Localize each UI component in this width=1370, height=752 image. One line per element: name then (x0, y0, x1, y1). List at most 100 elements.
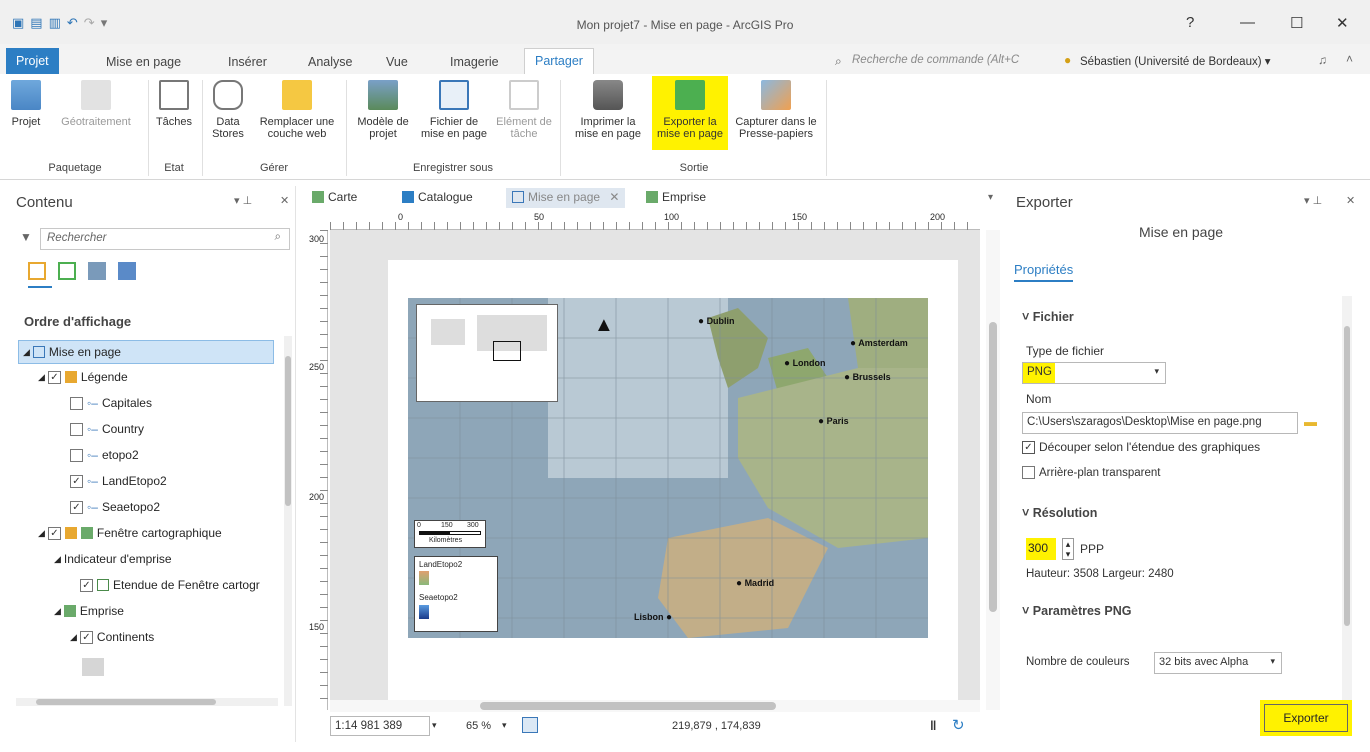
section-resolution[interactable]: ˅ Résolution (1022, 506, 1097, 520)
tab-vue[interactable]: Vue (376, 50, 418, 74)
tree-item-indicateur-emprise[interactable]: ◢ Indicateur d'emprise (54, 552, 172, 566)
element-tache-button[interactable]: Elément de tâche (494, 80, 554, 140)
tree-item-legende[interactable]: ◢ ✓ Légende (38, 370, 128, 384)
fichier-mise-en-page-button[interactable]: Fichier de mise en page (418, 80, 490, 140)
resolution-stepper[interactable]: ▴ ▾ (1062, 538, 1074, 560)
section-fichier[interactable]: ˅ Fichier (1022, 310, 1074, 324)
contents-vertical-scrollbar[interactable] (284, 336, 292, 706)
tab-list-icon[interactable]: ▾ (988, 192, 993, 203)
scrollbar-thumb[interactable] (480, 702, 776, 710)
contents-horizontal-scrollbar[interactable] (16, 698, 278, 706)
map-legend[interactable]: LandEtopo2 Seaetopo2 (414, 556, 498, 632)
user-account[interactable]: Sébastien (Université de Bordeaux) ▾ (1080, 54, 1271, 68)
clip-graphics-checkbox-row[interactable]: ✓ Découper selon l'étendue des graphique… (1022, 440, 1260, 454)
tree-item-emprise[interactable]: ◢ Emprise (54, 604, 124, 618)
overview-map[interactable] (416, 304, 558, 402)
view-tab-carte[interactable]: Carte (306, 188, 363, 208)
scrollbar-thumb[interactable] (989, 322, 997, 612)
help-button[interactable]: ? (1186, 14, 1194, 31)
tree-item-continents[interactable]: ◢ ✓ Continents (70, 630, 154, 644)
expand-icon[interactable]: ◢ (70, 632, 77, 643)
folder-browse-icon[interactable]: ▬ (1304, 414, 1317, 429)
modele-projet-button[interactable]: Modèle de projet (350, 80, 416, 140)
tab-projet[interactable]: Projet (6, 48, 59, 74)
pause-drawing-icon[interactable]: ‖ (930, 718, 936, 733)
exporter-mise-en-page-button[interactable]: Exporter la mise en page (652, 76, 728, 150)
filter-icon[interactable]: ▼ (20, 230, 32, 244)
tree-item-landetopo2[interactable]: ✓ ◦– LandEtopo2 (70, 474, 167, 488)
expand-icon[interactable]: ◢ (23, 347, 30, 358)
scrollbar-thumb[interactable] (1344, 326, 1350, 626)
pane-options-icon[interactable]: ▾ ⊥ (1304, 194, 1322, 207)
minimize-button[interactable]: — (1240, 14, 1255, 31)
layout-canvas[interactable]: ▲ ● Dublin ● London ● Amsterdam ● Brusse… (330, 230, 980, 710)
selection-icon[interactable] (58, 262, 76, 280)
projet-package-button[interactable]: Projet (6, 80, 46, 128)
maximize-button[interactable]: ☐ (1290, 14, 1303, 32)
collapse-ribbon-icon[interactable]: ˄ (1346, 52, 1353, 66)
tab-partager[interactable]: Partager (524, 48, 594, 75)
view-tab-mise-en-page[interactable]: Mise en page ✕ (506, 188, 626, 208)
tree-item-seaetopo2[interactable]: ✓ ◦– Seaetopo2 (70, 500, 160, 514)
refresh-icon[interactable]: ↻ (952, 716, 965, 734)
view-horizontal-scrollbar[interactable] (330, 700, 980, 712)
view-tab-catalogue[interactable]: Catalogue (396, 188, 479, 208)
geotraitement-button[interactable]: Géotraitement (54, 80, 138, 128)
tree-item-country[interactable]: ◦– Country (70, 422, 144, 436)
clip-graphics-checkbox[interactable]: ✓ (1022, 440, 1035, 454)
notification-bell-icon[interactable]: ♫ (1318, 53, 1327, 67)
snapping-icon[interactable] (118, 262, 136, 280)
data-stores-button[interactable]: Data Stores (206, 80, 250, 140)
filetype-select[interactable]: PNG ▾ (1022, 362, 1166, 384)
tab-mise-en-page[interactable]: Mise en page (96, 50, 191, 74)
visibility-checkbox[interactable]: ✓ (47, 370, 61, 384)
scale-dropdown-icon[interactable]: ▾ (432, 720, 437, 731)
visibility-checkbox[interactable] (70, 396, 83, 410)
pane-options-icon[interactable]: ▾ ⊥ (234, 194, 252, 207)
transparent-background-checkbox[interactable] (1022, 466, 1035, 479)
visibility-checkbox[interactable]: ✓ (70, 474, 83, 488)
expand-icon[interactable]: ◢ (38, 528, 45, 539)
visibility-checkbox[interactable]: ✓ (80, 578, 93, 592)
pane-close-icon[interactable]: ✕ (280, 194, 289, 207)
scale-selector[interactable]: 1:14 981 389 (330, 716, 430, 736)
tree-item-mise-en-page[interactable]: ◢ Mise en page (18, 340, 274, 364)
tree-item-etendue-fenetre[interactable]: ✓ Etendue de Fenêtre cartogr (80, 578, 260, 592)
layout-page[interactable]: ▲ ● Dublin ● London ● Amsterdam ● Brusse… (388, 260, 958, 710)
export-button[interactable]: Exporter (1264, 704, 1348, 732)
resolution-input[interactable]: 300 (1026, 538, 1056, 560)
expand-icon[interactable]: ◢ (54, 554, 61, 565)
visibility-checkbox[interactable]: ✓ (70, 500, 83, 514)
capturer-presse-papiers-button[interactable]: Capturer dans le Presse-papiers (732, 80, 820, 140)
editing-icon[interactable] (88, 262, 106, 280)
command-search-input[interactable]: Recherche de commande (Alt+C (852, 54, 1019, 66)
view-tab-emprise[interactable]: Emprise (640, 188, 712, 208)
map-frame[interactable]: ▲ ● Dublin ● London ● Amsterdam ● Brusse… (408, 298, 928, 638)
file-path-input[interactable]: C:\Users\szaragos\Desktop\Mise en page.p… (1022, 412, 1298, 434)
visibility-checkbox[interactable]: ✓ (47, 526, 61, 540)
drawing-order-icon[interactable] (28, 262, 46, 280)
close-tab-icon[interactable]: ✕ (609, 190, 619, 204)
view-vertical-scrollbar[interactable] (986, 230, 1000, 710)
export-vertical-scrollbar[interactable] (1342, 296, 1352, 702)
zoom-selector[interactable]: 65 % (466, 720, 491, 732)
pane-close-icon[interactable]: ✕ (1346, 194, 1355, 207)
taches-button[interactable]: Tâches (152, 80, 196, 128)
expand-icon[interactable]: ◢ (38, 372, 45, 383)
scale-bar[interactable]: 0 150 300 Kilomètres (414, 520, 486, 548)
section-png-settings[interactable]: ˅ Paramètres PNG (1022, 604, 1131, 618)
tree-item-capitales[interactable]: ◦– Capitales (70, 396, 152, 410)
guides-toggle-icon[interactable] (522, 717, 538, 733)
tree-item-etopo2[interactable]: ◦– etopo2 (70, 448, 139, 462)
remplacer-couche-web-button[interactable]: Remplacer une couche web (254, 80, 340, 140)
scrollbar-thumb[interactable] (36, 699, 216, 705)
tab-analyse[interactable]: Analyse (298, 50, 362, 74)
visibility-checkbox[interactable]: ✓ (79, 630, 93, 644)
tab-imagerie[interactable]: Imagerie (440, 50, 509, 74)
tree-item-fenetre-cartographique[interactable]: ◢ ✓ Fenêtre cartographique (38, 526, 222, 540)
visibility-checkbox[interactable] (70, 448, 83, 462)
imprimer-mise-en-page-button[interactable]: Imprimer la mise en page (566, 80, 650, 140)
visibility-checkbox[interactable] (70, 422, 83, 436)
tab-proprietes[interactable]: Propriétés (1014, 262, 1074, 282)
close-button[interactable]: ✕ (1336, 14, 1349, 32)
